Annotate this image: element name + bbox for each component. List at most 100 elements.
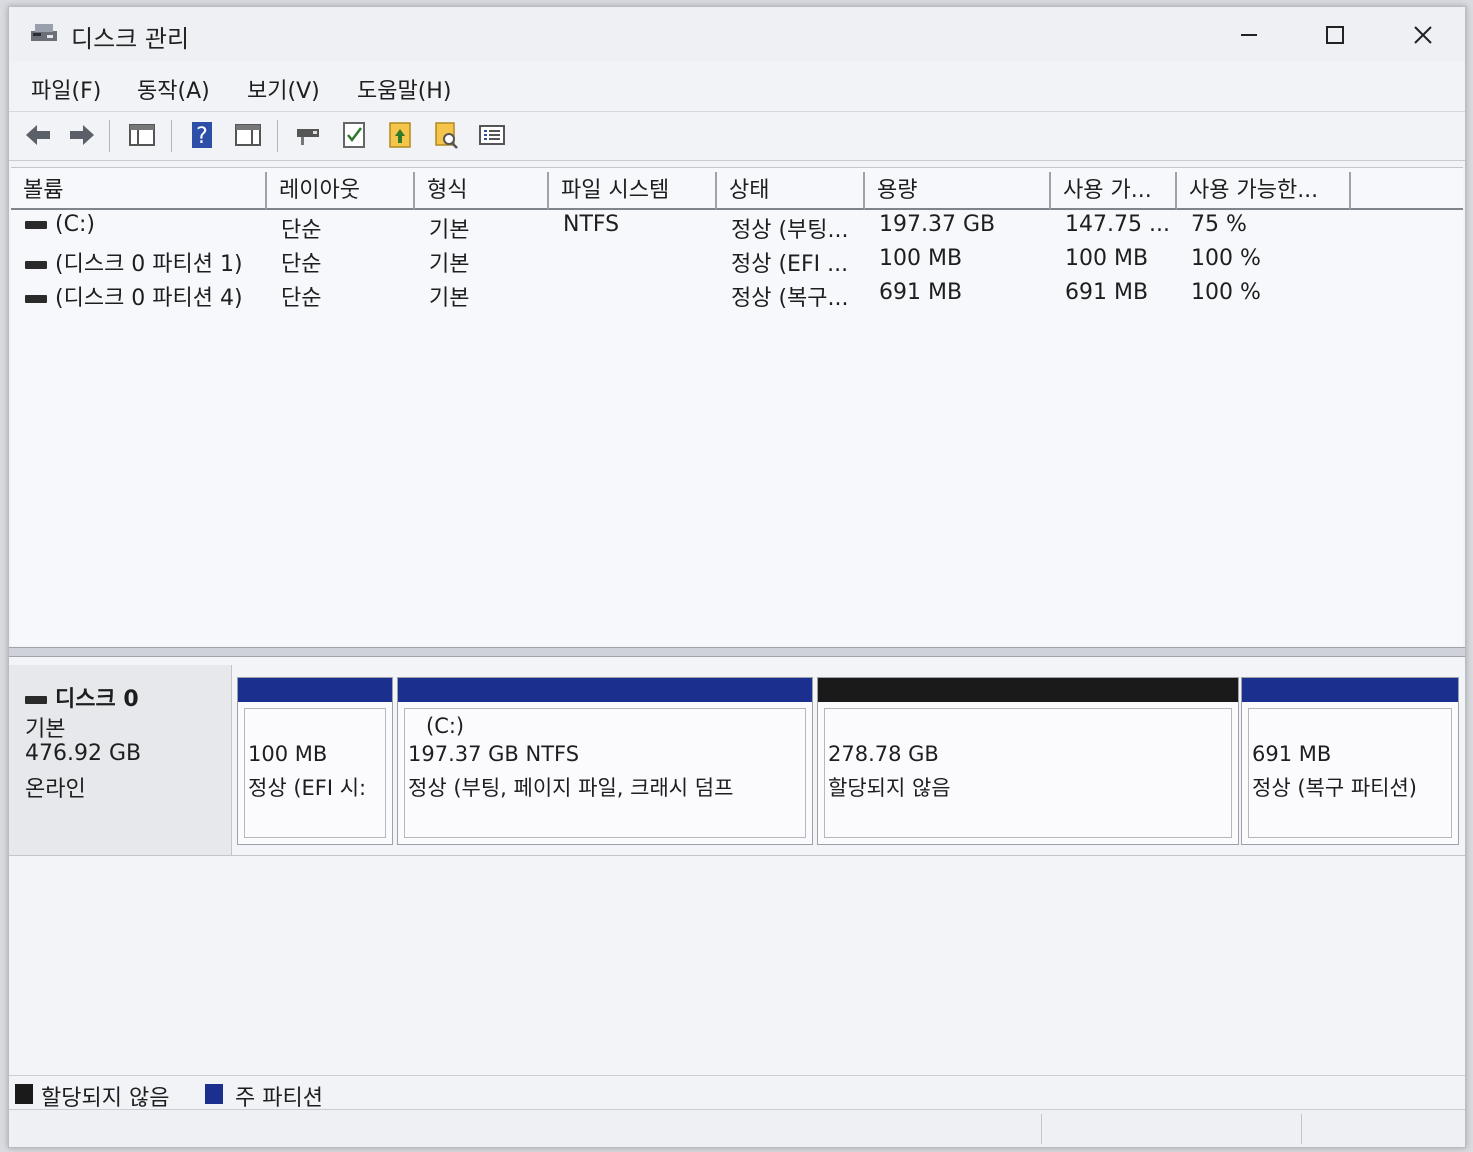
status-cell: 정상 (EFI ... <box>731 252 849 277</box>
partition-bar <box>818 678 1238 702</box>
partition-unallocated[interactable]: 278.78 GB 할당되지 않음 <box>817 677 1239 845</box>
menu-help[interactable]: 도움말(H) <box>357 73 451 105</box>
status-cell: 정상 (복구... <box>731 286 849 311</box>
menu-bar: 파일(F) 동작(A) 보기(V) 도움말(H) <box>9 65 1465 109</box>
capacity-cell: 100 MB <box>879 246 963 271</box>
properties-button[interactable] <box>429 118 463 152</box>
free-space-cell: 100 MB <box>1065 246 1149 271</box>
connect-button[interactable] <box>291 118 325 152</box>
menu-file[interactable]: 파일(F) <box>31 73 101 105</box>
partition-status: 정상 (복구 파티션) <box>1252 776 1417 800</box>
column-header-type[interactable]: 형식 <box>415 172 549 210</box>
title-bar[interactable]: 디스크 관리 <box>9 7 1465 61</box>
column-header-layout[interactable]: 레이아웃 <box>267 172 415 210</box>
capacity-cell: 197.37 GB <box>879 212 996 237</box>
close-icon <box>1414 26 1432 44</box>
maximize-button[interactable] <box>1305 15 1365 55</box>
console-tree-button[interactable] <box>125 118 159 152</box>
minimize-button[interactable] <box>1219 15 1279 55</box>
layout-cell: 단순 <box>281 252 322 277</box>
free-space-cell: 147.75 ... <box>1065 212 1170 237</box>
status-separator <box>1041 1114 1042 1144</box>
pane-splitter[interactable] <box>9 647 1465 657</box>
percent-free-cell: 100 % <box>1191 246 1261 271</box>
properties-icon <box>435 122 458 149</box>
toolbar-separator <box>171 120 172 152</box>
back-arrow-icon <box>26 125 50 145</box>
forward-button[interactable] <box>65 118 99 152</box>
type-cell: 기본 <box>429 252 470 277</box>
legend: 할당되지 않음 주 파티션 <box>9 1075 1465 1111</box>
partition-status: 정상 (부팅, 페이지 파일, 크래시 덤프 <box>408 776 734 800</box>
free-space-cell: 691 MB <box>1065 280 1149 305</box>
toolbar-separator <box>277 120 278 152</box>
list-button[interactable] <box>475 118 509 152</box>
console-tree-icon <box>129 124 155 146</box>
forward-arrow-icon <box>70 125 94 145</box>
volume-list: 볼륨 레이아웃 형식 파일 시스템 상태 용량 사용 가... 사용 가능한..… <box>11 167 1463 646</box>
disk-name-line: 디스크 0 <box>25 681 139 713</box>
volume-row[interactable]: (C:) 단순 기본 NTFS 정상 (부팅... 197.37 GB 147.… <box>11 212 1463 244</box>
volume-name-cell: (C:) <box>25 212 95 237</box>
disk-row-divider <box>9 855 1465 856</box>
help-button[interactable]: ? <box>185 118 219 152</box>
back-button[interactable] <box>21 118 55 152</box>
partition-label: (C:) <box>426 714 465 738</box>
list-icon <box>479 125 505 145</box>
volume-row[interactable]: (디스크 0 파티션 4) 단순 기본 정상 (복구... 691 MB 691… <box>11 280 1463 312</box>
column-header-free-space[interactable]: 사용 가... <box>1051 172 1177 210</box>
check-button[interactable] <box>337 118 371 152</box>
layout-cell: 단순 <box>281 218 322 243</box>
partition-size: 197.37 GB NTFS <box>408 742 580 766</box>
close-button[interactable] <box>1393 15 1453 55</box>
layout-cell: 단순 <box>281 286 322 311</box>
disk-info-panel[interactable]: 디스크 0 기본 476.92 GB 온라인 <box>9 665 232 856</box>
partition-status: 정상 (EFI 시: <box>248 776 367 800</box>
disk-state: 온라인 <box>25 777 86 802</box>
disk-size: 476.92 GB <box>25 741 142 766</box>
partition-efi[interactable]: 100 MB 정상 (EFI 시: <box>237 677 393 845</box>
menu-view[interactable]: 보기(V) <box>247 73 320 105</box>
partition-recovery[interactable]: 691 MB 정상 (복구 파티션) <box>1241 677 1459 845</box>
action-pane-button[interactable] <box>231 118 265 152</box>
legend-label-primary: 주 파티션 <box>235 1086 323 1111</box>
volume-row[interactable]: (디스크 0 파티션 1) 단순 기본 정상 (EFI ... 100 MB 1… <box>11 246 1463 278</box>
drive-icon <box>25 261 47 269</box>
import-button[interactable] <box>383 118 417 152</box>
column-header-percent-free[interactable]: 사용 가능한... <box>1177 172 1351 210</box>
status-cell: 정상 (부팅... <box>731 218 849 243</box>
capacity-cell: 691 MB <box>879 280 963 305</box>
partition-bar <box>238 678 392 702</box>
drive-icon <box>25 696 47 704</box>
check-icon <box>343 122 365 148</box>
disk-graphical-view: 디스크 0 기본 476.92 GB 온라인 100 MB 정상 (EFI 시:… <box>9 657 1465 1077</box>
partition-size: 100 MB <box>248 742 328 766</box>
partition-bar <box>398 678 812 702</box>
volume-name: (디스크 0 파티션 4) <box>55 286 243 311</box>
column-header-status[interactable]: 상태 <box>717 172 865 210</box>
disk-name: 디스크 0 <box>55 687 139 712</box>
minimize-icon <box>1241 34 1257 36</box>
column-header-volume[interactable]: 볼륨 <box>11 172 267 210</box>
column-header-blank <box>1351 172 1463 210</box>
help-icon: ? <box>192 122 212 149</box>
maximize-icon <box>1326 26 1344 44</box>
type-cell: 기본 <box>429 218 470 243</box>
partition-status: 할당되지 않음 <box>828 776 951 800</box>
legend-swatch-primary <box>205 1084 223 1104</box>
partition-bar <box>1242 678 1458 702</box>
volume-name: (디스크 0 파티션 1) <box>55 252 243 277</box>
action-pane-icon <box>235 124 261 146</box>
column-header-capacity[interactable]: 용량 <box>865 172 1051 210</box>
legend-label-unallocated: 할당되지 않음 <box>41 1086 170 1111</box>
column-header-filesystem[interactable]: 파일 시스템 <box>549 172 717 210</box>
status-bar <box>9 1109 1465 1147</box>
disk-type: 기본 <box>25 717 66 742</box>
import-icon <box>389 122 411 148</box>
drive-icon <box>25 221 47 229</box>
toolbar: ? <box>9 111 1465 161</box>
partition-c[interactable]: (C:) 197.37 GB NTFS 정상 (부팅, 페이지 파일, 크래시 … <box>397 677 813 845</box>
filesystem-cell: NTFS <box>563 212 620 237</box>
volume-name-cell: (디스크 0 파티션 1) <box>25 246 243 278</box>
menu-action[interactable]: 동작(A) <box>137 73 210 105</box>
